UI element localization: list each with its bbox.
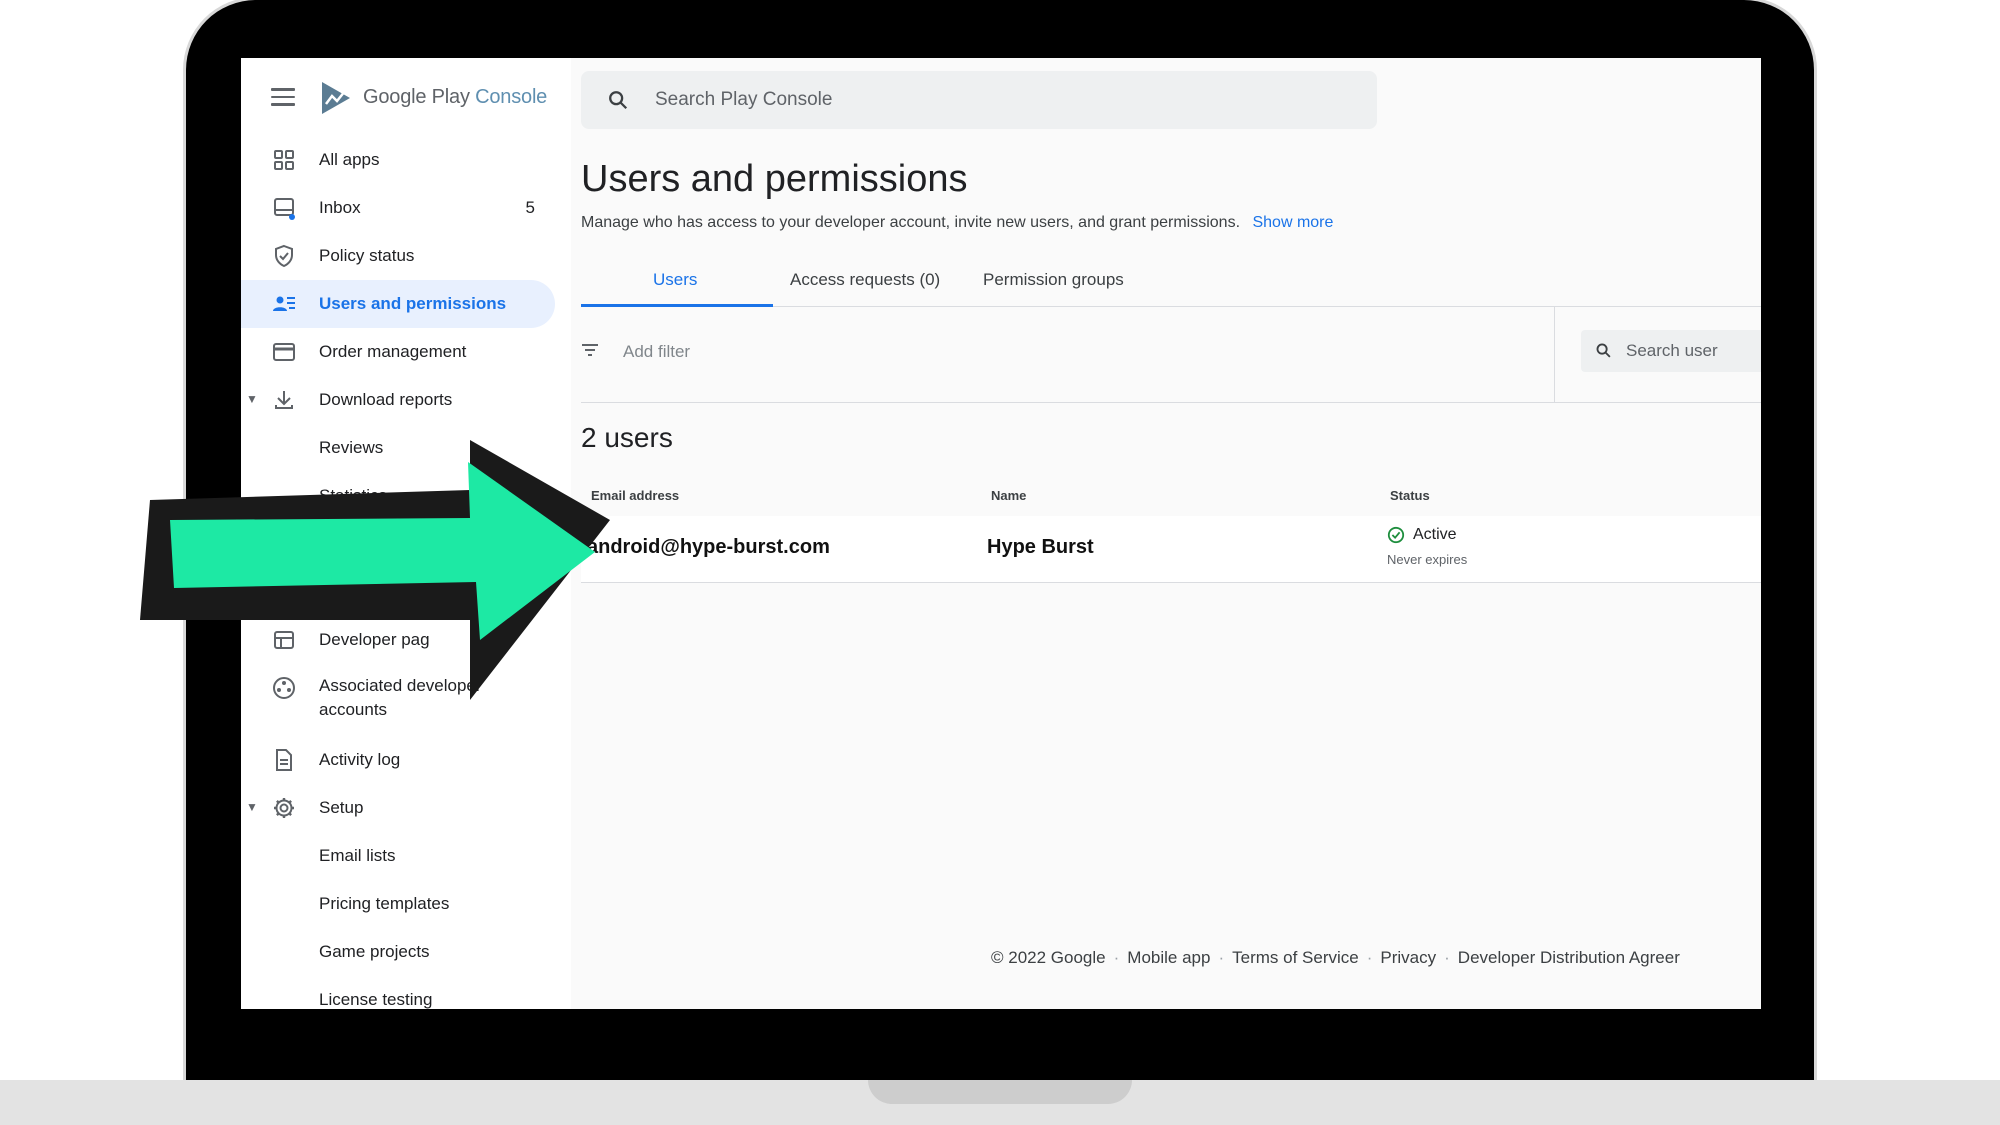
sidebar-item-setup[interactable]: ▼ Setup bbox=[241, 784, 555, 832]
column-header-name[interactable]: Name bbox=[991, 488, 1026, 503]
logo-text-accent: Console bbox=[475, 86, 548, 108]
search-icon bbox=[1596, 343, 1611, 358]
manage-accounts-icon bbox=[273, 296, 295, 311]
sidebar-item-label: Activity log bbox=[319, 750, 401, 769]
sidebar-item-pricing-templates[interactable]: Pricing templates bbox=[241, 880, 555, 928]
page-title: Users and permissions bbox=[581, 158, 968, 200]
footer-link-distribution-agreement[interactable]: Developer Distribution Agreer bbox=[1458, 948, 1680, 967]
inbox-icon bbox=[274, 198, 295, 220]
sidebar-item-label: License testing bbox=[319, 990, 433, 1009]
hamburger-menu-icon[interactable] bbox=[271, 88, 295, 106]
expand-caret-icon[interactable]: ▼ bbox=[246, 392, 258, 406]
sidebar-item-inbox[interactable]: Inbox 5 bbox=[241, 184, 555, 232]
footer-link-mobile-app[interactable]: Mobile app bbox=[1127, 948, 1210, 967]
filter-icon[interactable] bbox=[581, 343, 599, 357]
user-status: Active Never expires bbox=[1387, 526, 1467, 567]
laptop-notch bbox=[868, 1080, 1132, 1104]
play-console-logo-icon bbox=[322, 82, 350, 114]
logo-row: Google Play Console bbox=[241, 58, 571, 136]
footer-link-terms[interactable]: Terms of Service bbox=[1232, 948, 1359, 967]
sidebar-item-label: Setup bbox=[319, 798, 364, 817]
copyright: © 2022 Google bbox=[991, 948, 1106, 967]
status-text: Active bbox=[1413, 526, 1457, 543]
user-search-input[interactable]: Search user bbox=[1581, 330, 1761, 372]
sidebar-item-label: Inbox bbox=[319, 198, 361, 217]
gear-icon bbox=[274, 798, 294, 818]
sidebar-item-order-management[interactable]: Order management bbox=[241, 328, 555, 376]
status-expiry: Never expires bbox=[1387, 552, 1468, 567]
user-name: Hype Burst bbox=[987, 536, 1094, 558]
search-input[interactable]: Search Play Console bbox=[581, 71, 1377, 129]
filter-bar: Add filter Search user bbox=[581, 306, 1761, 403]
add-filter-button[interactable]: Add filter bbox=[623, 342, 690, 362]
footer-link-privacy[interactable]: Privacy bbox=[1380, 948, 1436, 967]
sidebar-item-license-testing[interactable]: License testing bbox=[241, 976, 555, 1009]
sidebar-item-activity-log[interactable]: Activity log bbox=[241, 736, 555, 784]
credit-card-icon bbox=[273, 343, 295, 361]
sidebar-item-label: Email lists bbox=[319, 846, 396, 865]
shield-icon bbox=[275, 244, 293, 268]
table-header: Email address Name Status bbox=[581, 476, 1761, 517]
sidebar-item-label: All apps bbox=[319, 150, 380, 169]
sidebar-item-game-projects[interactable]: Game projects bbox=[241, 928, 555, 976]
filter-divider bbox=[1554, 306, 1555, 402]
tab-users[interactable]: Users bbox=[653, 270, 697, 290]
check-circle-icon bbox=[1387, 526, 1405, 544]
page-description: Manage who has access to your developer … bbox=[581, 214, 1333, 232]
tab-permission-groups[interactable]: Permission groups bbox=[983, 270, 1124, 290]
logo-text-main: Google Play bbox=[363, 86, 470, 108]
user-email: android@hype-burst.com bbox=[587, 536, 830, 558]
sidebar-item-users-and-permissions[interactable]: Users and permissions bbox=[241, 280, 555, 328]
inbox-count-badge: 5 bbox=[525, 198, 535, 217]
table-row[interactable]: android@hype-burst.com Hype Burst Active… bbox=[581, 516, 1761, 583]
sidebar-item-label: Game projects bbox=[319, 942, 430, 961]
tab-bar: Users Access requests (0) Permission gro… bbox=[581, 258, 1761, 307]
user-search-placeholder: Search user bbox=[1626, 341, 1718, 360]
sidebar-item-email-lists[interactable]: Email lists bbox=[241, 832, 555, 880]
download-icon bbox=[275, 391, 293, 409]
search-icon bbox=[609, 91, 628, 110]
tab-access-requests[interactable]: Access requests (0) bbox=[790, 270, 940, 290]
search-placeholder: Search Play Console bbox=[655, 89, 833, 110]
sidebar-item-all-apps[interactable]: All apps bbox=[241, 136, 555, 184]
show-more-link[interactable]: Show more bbox=[1252, 214, 1333, 231]
column-header-status[interactable]: Status bbox=[1390, 488, 1430, 503]
sidebar-item-label: Users and permissions bbox=[319, 294, 507, 313]
pointer-arrow-icon bbox=[140, 440, 610, 700]
sidebar-item-label: Policy status bbox=[319, 246, 415, 265]
sidebar-item-download-reports[interactable]: ▼ Download reports bbox=[241, 376, 555, 424]
description-text: Manage who has access to your developer … bbox=[581, 214, 1241, 231]
sidebar-item-label: Order management bbox=[319, 342, 467, 361]
sidebar-item-label: Pricing templates bbox=[319, 894, 450, 913]
main-content: Search Play Console Users and permission… bbox=[571, 58, 1761, 1009]
expand-caret-icon[interactable]: ▼ bbox=[246, 800, 258, 814]
grid-icon bbox=[274, 150, 294, 170]
app-logo-text[interactable]: Google Play Console bbox=[363, 86, 547, 109]
sidebar-item-policy-status[interactable]: Policy status bbox=[241, 232, 555, 280]
document-icon bbox=[276, 749, 292, 771]
sidebar-item-label: Download reports bbox=[319, 390, 453, 409]
footer: © 2022 Google · Mobile app · Terms of Servic… bbox=[991, 948, 1680, 967]
